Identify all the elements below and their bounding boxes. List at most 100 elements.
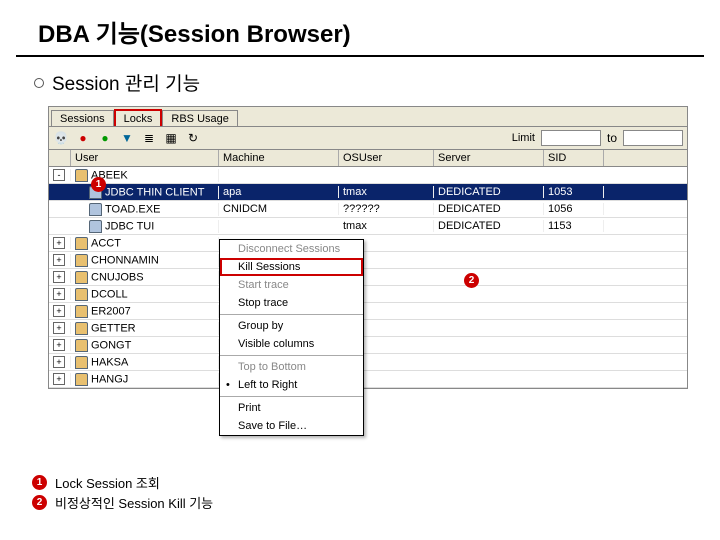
menu-start-trace[interactable]: Start trace — [220, 276, 363, 294]
menu-visible-columns[interactable]: Visible columns — [220, 335, 363, 353]
legend: 1 Lock Session 조회 2 비정상적인 Session Kill 기… — [32, 472, 213, 512]
tree-toggle[interactable]: + — [49, 237, 71, 250]
user-icon — [75, 169, 88, 182]
table-row[interactable]: TOAD.EXECNIDCM??????DEDICATED1056 — [49, 201, 687, 218]
col-machine[interactable]: Machine — [219, 150, 339, 166]
cell-user: GETTER — [71, 322, 219, 335]
legend-text-1: Lock Session 조회 — [55, 473, 160, 492]
limit-from-input[interactable] — [541, 130, 601, 146]
menu-stop-trace[interactable]: Stop trace — [220, 294, 363, 312]
red-stop-icon[interactable]: ● — [75, 130, 91, 146]
menu-print[interactable]: Print — [220, 399, 363, 417]
table-row[interactable]: +CHONNAMIN — [49, 252, 687, 269]
menu-sep-1 — [220, 314, 363, 315]
filter-icon[interactable]: ▼ — [119, 130, 135, 146]
grid-body: 2 Disconnect Sessions Kill Sessions Star… — [49, 167, 687, 388]
context-menu: Disconnect Sessions Kill Sessions Start … — [219, 239, 364, 436]
user-icon — [75, 322, 88, 335]
menu-kill-sessions[interactable]: Kill Sessions — [220, 258, 363, 276]
table-row[interactable]: +GETTER — [49, 320, 687, 337]
cell-user: ER2007 — [71, 305, 219, 318]
table-row[interactable]: JDBC THIN CLIENTapatmaxDEDICATED1053 — [49, 184, 687, 201]
col-osuser[interactable]: OSUser — [339, 150, 434, 166]
user-icon — [75, 305, 88, 318]
skull-icon[interactable]: 💀 — [53, 130, 69, 146]
tree-toggle[interactable]: + — [49, 356, 71, 369]
user-icon — [75, 271, 88, 284]
menu-save-to-file[interactable]: Save to File… — [220, 417, 363, 435]
table-row[interactable]: +ACCT — [49, 235, 687, 252]
tab-rbs-usage[interactable]: RBS Usage — [162, 110, 237, 127]
tree-toggle[interactable]: + — [49, 271, 71, 284]
subtitle-text: Session 관리 기능 — [52, 69, 200, 96]
limit-label: Limit — [512, 132, 535, 144]
callout-2: 2 — [464, 273, 479, 288]
menu-left-to-right[interactable]: Left to Right — [220, 376, 363, 394]
tree-toggle[interactable]: + — [49, 373, 71, 386]
cell-user: JDBC TUI — [71, 220, 219, 233]
table-row[interactable]: JDBC TUItmaxDEDICATED1153 — [49, 218, 687, 235]
tree-toggle[interactable]: + — [49, 339, 71, 352]
cell-sid: 1056 — [544, 203, 604, 215]
tab-strip: Sessions Locks RBS Usage — [49, 107, 687, 126]
cell-user: DCOLL — [71, 288, 219, 301]
user-icon — [75, 237, 88, 250]
cell-server: DEDICATED — [434, 220, 544, 232]
menu-disconnect[interactable]: Disconnect Sessions — [220, 240, 363, 258]
limit-to-input[interactable] — [623, 130, 683, 146]
cell-user: GONGT — [71, 339, 219, 352]
cell-user: CNUJOBS — [71, 271, 219, 284]
tab-sessions[interactable]: Sessions — [51, 110, 114, 127]
group-icon[interactable]: ≣ — [141, 130, 157, 146]
session-browser-window: Sessions Locks RBS Usage 1 💀 ● ● ▼ ≣ ▦ ↻… — [48, 106, 688, 389]
columns-icon[interactable]: ▦ — [163, 130, 179, 146]
cell-machine: CNIDCM — [219, 203, 339, 215]
col-user[interactable]: User — [71, 150, 219, 166]
user-icon — [75, 288, 88, 301]
table-row[interactable]: +GONGT — [49, 337, 687, 354]
user-icon — [75, 254, 88, 267]
table-row[interactable]: +CNUJOBS — [49, 269, 687, 286]
cell-user: CHONNAMIN — [71, 254, 219, 267]
menu-sep-3 — [220, 396, 363, 397]
cell-user: ACCT — [71, 237, 219, 250]
table-row[interactable]: -ABEEK — [49, 167, 687, 184]
cell-machine: apa — [219, 186, 339, 198]
tree-toggle[interactable]: + — [49, 305, 71, 318]
tree-toggle[interactable]: + — [49, 322, 71, 335]
grid-header: User Machine OSUser Server SID — [49, 150, 687, 167]
menu-sep-2 — [220, 355, 363, 356]
session-icon — [89, 220, 102, 233]
tree-toggle[interactable]: + — [49, 288, 71, 301]
table-row[interactable]: +ER2007 — [49, 303, 687, 320]
legend-text-2: 비정상적인 Session Kill 기능 — [55, 493, 213, 512]
callout-1: 1 — [91, 177, 106, 192]
session-icon — [89, 203, 102, 216]
session-grid: User Machine OSUser Server SID 2 Disconn… — [49, 150, 687, 388]
menu-group-by[interactable]: Group by — [220, 317, 363, 335]
cell-server: DEDICATED — [434, 186, 544, 198]
user-icon — [75, 356, 88, 369]
toolbar: 1 💀 ● ● ▼ ≣ ▦ ↻ Limit to — [49, 126, 687, 150]
cell-osuser: ?????? — [339, 203, 434, 215]
user-icon — [75, 339, 88, 352]
col-server[interactable]: Server — [434, 150, 544, 166]
tree-toggle[interactable]: - — [49, 169, 71, 182]
legend-num-2: 2 — [32, 495, 47, 510]
table-row[interactable]: +HAKSA — [49, 354, 687, 371]
tree-toggle[interactable]: + — [49, 254, 71, 267]
green-go-icon[interactable]: ● — [97, 130, 113, 146]
tab-locks[interactable]: Locks — [115, 110, 162, 127]
table-row[interactable]: +DCOLL — [49, 286, 687, 303]
cell-user: HAKSA — [71, 356, 219, 369]
cell-server: DEDICATED — [434, 203, 544, 215]
col-tree[interactable] — [49, 150, 71, 166]
subtitle-row: Session 관리 기능 — [0, 57, 720, 106]
slide-title: DBA 기능(Session Browser) — [16, 0, 704, 57]
col-sid[interactable]: SID — [544, 150, 604, 166]
refresh-icon[interactable]: ↻ — [185, 130, 201, 146]
cell-user: TOAD.EXE — [71, 203, 219, 216]
cell-user: HANGJ — [71, 373, 219, 386]
menu-top-to-bottom[interactable]: Top to Bottom — [220, 358, 363, 376]
table-row[interactable]: +HANGJ — [49, 371, 687, 388]
